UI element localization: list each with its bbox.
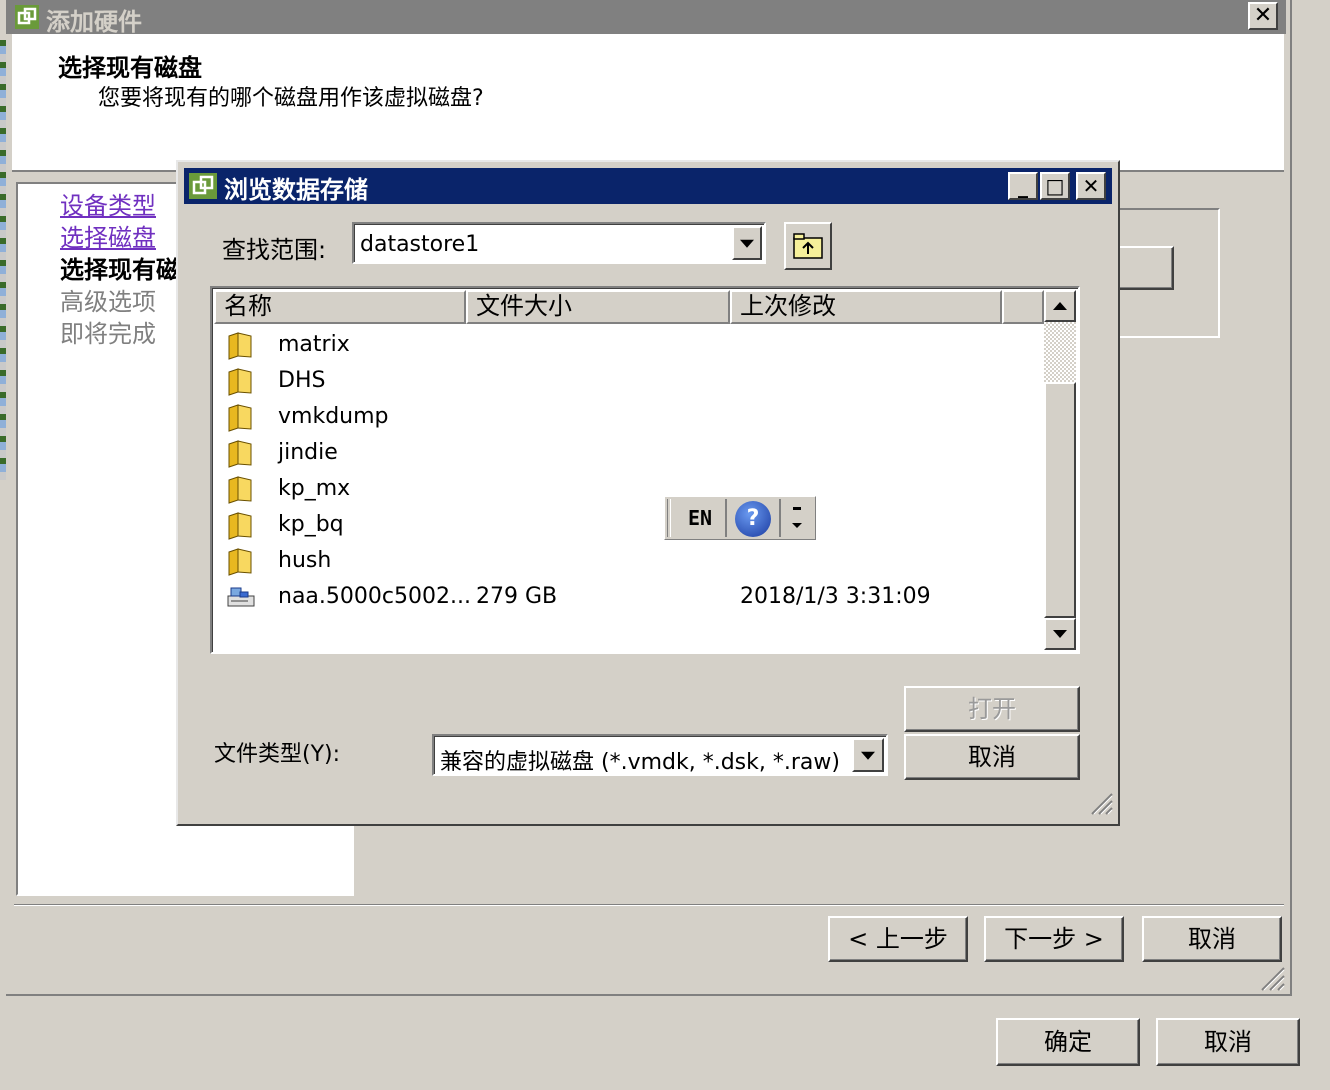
file-name: DHS (278, 368, 326, 393)
column-header-name[interactable]: 名称 (214, 290, 466, 324)
resize-grip-icon[interactable] (1086, 788, 1114, 816)
up-one-level-button[interactable] (784, 222, 832, 270)
language-bar-divider (779, 499, 781, 537)
file-type-value: 兼容的虚拟磁盘 (*.vmdk, *.dsk, *.raw) (440, 750, 840, 775)
arrow-down-icon (1053, 630, 1067, 638)
file-name: naa.5000c5002... (278, 584, 471, 609)
disk-icon (227, 587, 255, 607)
dialog-close-button[interactable]: ✕ (1076, 172, 1106, 200)
help-icon[interactable]: ? (735, 501, 771, 537)
step-select-disk[interactable]: 选择磁盘 (60, 218, 156, 253)
minimize-button[interactable]: _ (1008, 172, 1038, 200)
scroll-up-button[interactable] (1044, 290, 1076, 322)
open-button[interactable]: 打开 (904, 686, 1080, 732)
browse-button-partial[interactable] (1118, 246, 1174, 290)
folder-icon (228, 476, 252, 504)
folder-up-icon (793, 233, 823, 259)
back-button[interactable]: < 上一步 (828, 916, 968, 962)
look-in-select[interactable]: datastore1 (352, 222, 766, 264)
page-heading: 选择现有磁盘 (58, 54, 202, 82)
input-language-button[interactable]: EN (675, 499, 725, 537)
arrow-up-icon (1053, 302, 1067, 310)
scroll-track[interactable] (1044, 322, 1076, 382)
file-size: 279 GB (476, 584, 558, 609)
step-device-type[interactable]: 设备类型 (60, 186, 156, 221)
resize-grip-icon[interactable] (1256, 962, 1286, 992)
folder-icon (228, 548, 252, 576)
folder-icon (228, 440, 252, 468)
file-name: hush (278, 548, 332, 573)
host-cancel-button[interactable]: 取消 (1156, 1018, 1300, 1066)
wizard-title-bar[interactable] (6, 0, 1286, 34)
file-type-select[interactable]: 兼容的虚拟磁盘 (*.vmdk, *.dsk, *.raw) (432, 734, 888, 776)
file-name: kp_mx (278, 476, 351, 501)
chevron-down-icon (861, 751, 875, 760)
next-button[interactable]: 下一步 > (984, 916, 1124, 962)
step-select-existing-disk: 选择现有磁 (60, 256, 180, 284)
column-header-modified[interactable]: 上次修改 (730, 290, 1002, 324)
file-modified-date: 2018/1/3 3:31:09 (740, 584, 931, 609)
vsphere-icon (15, 5, 39, 29)
language-bar[interactable]: EN ? (664, 496, 816, 540)
language-bar-options-icon[interactable] (787, 503, 807, 535)
wizard-cancel-button[interactable]: 取消 (1142, 916, 1282, 962)
step-advanced-options: 高级选项 (60, 288, 156, 316)
column-header-size[interactable]: 文件大小 (466, 290, 730, 324)
step-ready-to-complete: 即将完成 (60, 320, 156, 348)
scroll-thumb[interactable] (1044, 382, 1076, 618)
column-header-filler (1002, 290, 1044, 324)
scroll-down-button[interactable] (1044, 618, 1076, 650)
language-bar-handle[interactable] (667, 499, 671, 537)
file-type-dropdown-arrow[interactable] (852, 738, 884, 772)
folder-icon (228, 368, 252, 396)
dialog-cancel-button[interactable]: 取消 (904, 734, 1080, 780)
file-name: vmkdump (278, 404, 389, 429)
vsphere-icon (189, 173, 217, 199)
folder-icon (228, 332, 252, 360)
file-name: kp_bq (278, 512, 344, 537)
file-name: matrix (278, 332, 350, 357)
wizard-footer-divider (14, 904, 1284, 906)
look-in-label: 查找范围: (222, 236, 327, 264)
wizard-close-button[interactable]: ✕ (1248, 2, 1278, 30)
list-item[interactable] (214, 434, 1042, 470)
wizard-title: 添加硬件 (46, 8, 142, 36)
file-type-label: 文件类型(Y): (214, 742, 341, 767)
chevron-down-icon (740, 239, 754, 248)
language-bar-divider (725, 499, 727, 537)
maximize-button[interactable]: □ (1040, 172, 1070, 200)
look-in-value: datastore1 (360, 232, 480, 257)
look-in-dropdown-arrow[interactable] (732, 226, 762, 260)
folder-icon (228, 512, 252, 540)
list-item[interactable] (214, 542, 1042, 578)
file-name: jindie (278, 440, 338, 465)
page-subheading: 您要将现有的哪个磁盘用作该虚拟磁盘? (98, 86, 484, 111)
list-item[interactable] (214, 362, 1042, 398)
dialog-title: 浏览数据存储 (224, 176, 368, 204)
folder-icon (228, 404, 252, 432)
ok-button[interactable]: 确定 (996, 1018, 1140, 1066)
